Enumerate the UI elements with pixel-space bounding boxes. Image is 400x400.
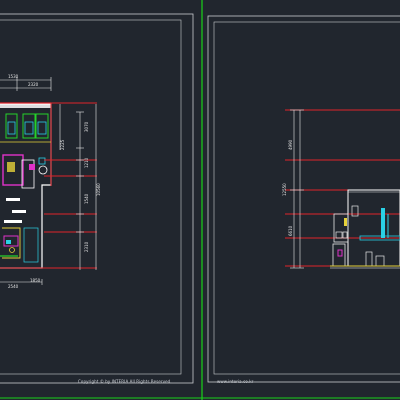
left-sheet: 1530 2320 3070 2225 1210 1540 2310 3510 … <box>0 13 194 384</box>
left-dimension-lines <box>0 77 97 285</box>
floor-plan <box>0 102 52 269</box>
dim-top-2: 2320 <box>28 82 39 87</box>
dim-right-5: 2310 <box>84 241 89 252</box>
dim-right-2: 2225 <box>60 139 65 150</box>
dim-right-4: 1540 <box>84 193 89 204</box>
right-sheet-url: www.interia.co.kr <box>217 379 254 384</box>
left-sheet-copyright: Copyright © by INTERIA All Rights Reserv… <box>78 379 172 384</box>
right-dimension-lines <box>290 109 304 269</box>
left-sheet-inner-frame <box>0 19 182 375</box>
left-sheet-outer-frame <box>0 13 194 384</box>
dim-bottom-2: 1850 <box>30 278 41 283</box>
right-sheet: 4990 12550 6610 <box>207 15 400 383</box>
dim-right-3: 1210 <box>84 157 89 168</box>
dim-bottom-1: 2540 <box>8 284 19 289</box>
dim-left-total: 12550 <box>282 183 287 196</box>
right-sheet-outer-frame <box>207 15 400 383</box>
elevation-drawing <box>330 189 400 269</box>
dim-top-1: 1530 <box>8 74 19 79</box>
dim-right-total: 10560 <box>96 183 101 196</box>
dim-left-1: 4990 <box>288 139 293 150</box>
dim-left-2: 6610 <box>288 225 293 236</box>
right-section-lines <box>285 109 400 267</box>
drawing-canvas[interactable]: 1530 2320 3070 2225 1210 1540 2310 3510 … <box>0 0 400 400</box>
cad-drawing-viewport[interactable]: 1530 2320 3070 2225 1210 1540 2310 3510 … <box>0 0 400 400</box>
right-sheet-inner-frame <box>213 21 400 375</box>
